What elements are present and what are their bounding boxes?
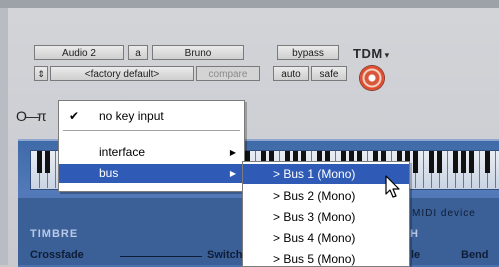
preset-name-button[interactable]: <factory default> — [50, 66, 194, 81]
piano-black-key[interactable] — [461, 151, 466, 173]
switch-label: Switch — [207, 249, 243, 261]
submenu-item-label: > Bus 4 (Mono) — [273, 231, 356, 245]
bypass-button[interactable]: bypass — [277, 45, 339, 60]
submenu-arrow-icon: ▶ — [229, 169, 236, 178]
timbre-label: TIMBRE — [30, 228, 79, 240]
section-label-h: H — [410, 228, 418, 240]
submenu-item-bus-4[interactable]: > Bus 4 (Mono) — [243, 228, 409, 248]
piano-black-key[interactable] — [485, 151, 490, 173]
safe-button[interactable]: safe — [311, 66, 347, 81]
chevron-down-icon: ▾ — [384, 50, 390, 60]
submenu-item-label: > Bus 1 (Mono) — [273, 167, 356, 181]
menu-item-bus[interactable]: bus ▶ — [59, 164, 244, 183]
piano-black-key[interactable] — [45, 151, 50, 173]
crossfade-label: Crossfade — [30, 249, 84, 261]
crossfade-line — [120, 256, 202, 257]
plugin-name-button[interactable]: Bruno — [152, 45, 244, 60]
piano-black-key[interactable] — [469, 151, 474, 173]
menu-item-label: no key input — [99, 109, 164, 123]
checkmark-icon: ✔ — [69, 109, 80, 123]
submenu-item-label: > Bus 2 (Mono) — [273, 189, 356, 203]
submenu-item-bus-5[interactable]: > Bus 5 (Mono) — [243, 249, 409, 266]
menu-item-label: interface — [99, 145, 146, 159]
menu-item-interface[interactable]: interface ▶ — [59, 143, 244, 162]
submenu-item-label: > Bus 3 (Mono) — [273, 210, 356, 224]
power-icon[interactable] — [360, 66, 384, 90]
key-icon[interactable]: O—π — [16, 108, 47, 124]
midi-device-label: MIDI device — [412, 208, 476, 219]
platform-menu[interactable]: TDM ▾ — [353, 46, 390, 61]
bend-label: Bend — [461, 249, 489, 261]
piano-black-key[interactable] — [37, 151, 42, 173]
menu-item-label: bus — [99, 166, 119, 180]
piano-black-key[interactable] — [453, 151, 458, 173]
insert-slot-button[interactable]: a — [128, 45, 148, 60]
plugin-window: Audio 2 a Bruno bypass TDM ▾ ⇕ <factory d… — [0, 0, 499, 267]
piano-black-key[interactable] — [429, 151, 434, 173]
preset-stepper-icon[interactable]: ⇕ — [34, 66, 48, 81]
key-input-menu: ✔ no key input interface ▶ bus ▶ — [58, 100, 245, 192]
menu-separator — [63, 130, 240, 131]
submenu-item-bus-3[interactable]: > Bus 3 (Mono) — [243, 207, 409, 227]
auto-button[interactable]: auto — [273, 66, 309, 81]
platform-label: TDM — [353, 46, 383, 61]
menu-item-no-key-input[interactable]: ✔ no key input — [59, 107, 244, 126]
piano-black-key[interactable] — [437, 151, 442, 173]
compare-button[interactable]: compare — [196, 66, 260, 81]
submenu-arrow-icon: ▶ — [229, 148, 236, 157]
param-label-le: le — [411, 249, 421, 261]
title-strip — [0, 0, 499, 8]
mouse-cursor-icon — [385, 175, 400, 198]
submenu-item-label: > Bus 5 (Mono) — [273, 252, 356, 266]
piano-black-key[interactable] — [413, 151, 418, 173]
track-name-button[interactable]: Audio 2 — [34, 45, 124, 60]
